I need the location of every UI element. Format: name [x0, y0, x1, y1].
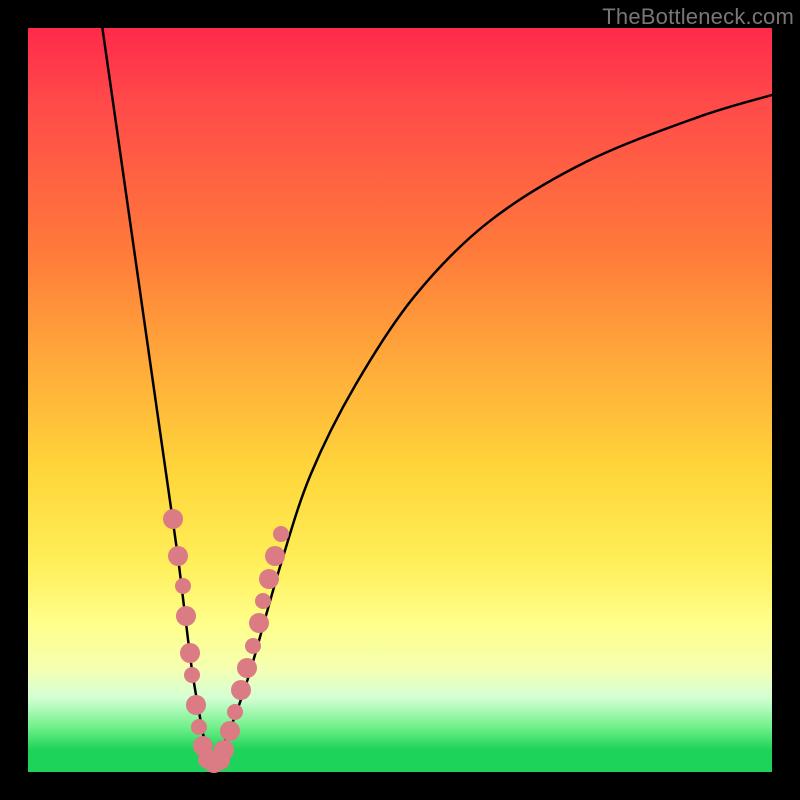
bottleneck-curve	[102, 28, 772, 765]
watermark-text: TheBottleneck.com	[602, 4, 794, 30]
curve-svg	[28, 28, 772, 772]
